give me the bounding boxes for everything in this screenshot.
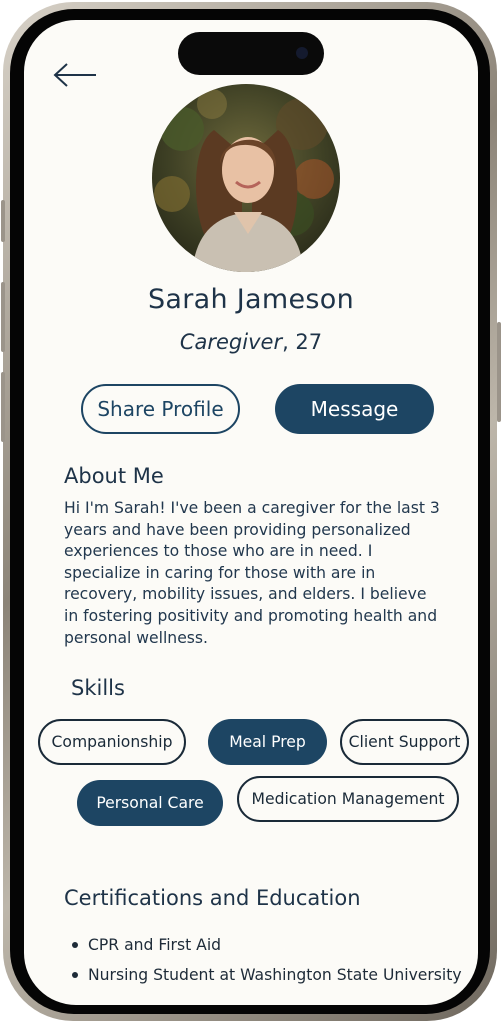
skill-chip-companionship[interactable]: Companionship <box>38 719 186 765</box>
side-button-action <box>1 200 5 242</box>
side-button-volume-down <box>1 372 5 442</box>
avatar <box>152 84 340 272</box>
profile-name: Sarah Jameson <box>147 284 355 315</box>
bullet-icon <box>72 972 78 978</box>
certification-text: CPR and First Aid <box>88 936 222 954</box>
certifications-title: Certifications and Education <box>64 886 361 910</box>
side-button-volume-up <box>1 282 5 352</box>
front-camera <box>296 47 308 59</box>
profile-role: Caregiver <box>179 330 283 354</box>
message-button[interactable]: Message <box>275 384 434 434</box>
about-title: About Me <box>64 464 164 488</box>
list-item: Nursing Student at Washington State Univ… <box>64 965 464 985</box>
certification-text: Nursing Student at Washington State Univ… <box>88 966 462 984</box>
back-button[interactable] <box>52 60 98 90</box>
skill-chip-meal-prep[interactable]: Meal Prep <box>208 719 327 765</box>
certifications-list: CPR and First Aid Nursing Student at Was… <box>64 935 464 995</box>
share-profile-button[interactable]: Share Profile <box>81 384 240 434</box>
skill-chip-medication-management[interactable]: Medication Management <box>237 776 459 822</box>
skill-chip-personal-care[interactable]: Personal Care <box>77 780 223 826</box>
arrow-left-icon <box>53 63 96 87</box>
profile-photo <box>152 84 340 272</box>
about-body: Hi I'm Sarah! I've been a caregiver for … <box>64 499 440 647</box>
side-button-power <box>497 322 501 422</box>
bullet-icon <box>72 942 78 948</box>
list-item: CPR and First Aid <box>64 935 464 955</box>
skills-title: Skills <box>71 676 125 700</box>
dynamic-island <box>178 32 324 75</box>
profile-age: , 27 <box>282 330 323 354</box>
skill-chip-client-support[interactable]: Client Support <box>340 719 469 765</box>
screen: Sarah Jameson Caregiver, 27 Share Profil… <box>24 20 478 1005</box>
profile-subtitle: Caregiver, 27 <box>24 330 478 354</box>
